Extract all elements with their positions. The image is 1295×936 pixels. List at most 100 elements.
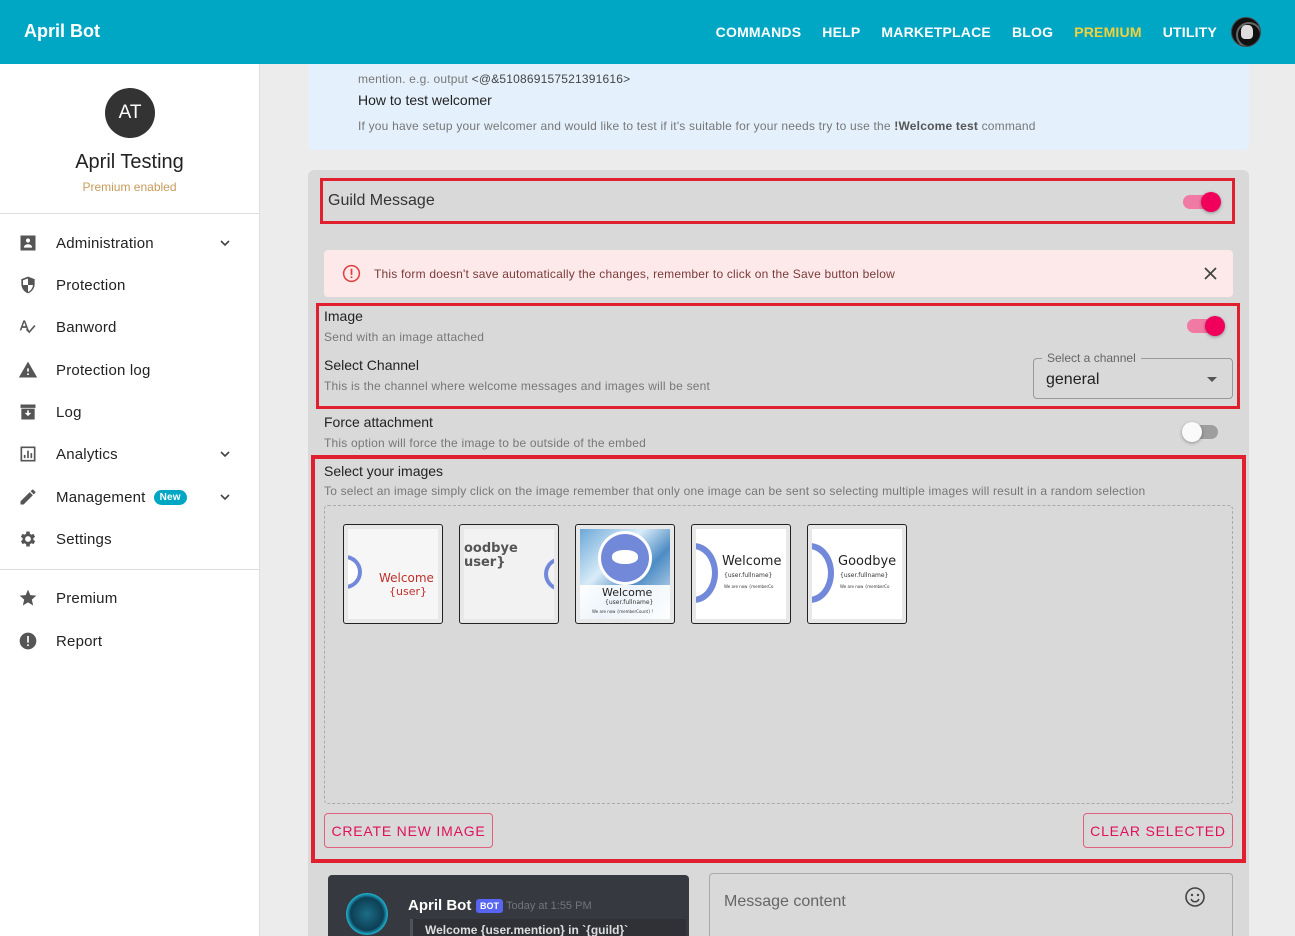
test-command: !Welcome test bbox=[894, 119, 979, 133]
brand-logo-text[interactable]: April Bot bbox=[24, 21, 100, 42]
image-thumbnail[interactable]: oodbye user} bbox=[459, 524, 559, 624]
sidebar-item-label: Log bbox=[56, 403, 82, 421]
embed-text: Welcome {user.mention} in `{guild}` bbox=[425, 923, 629, 936]
sidebar-item-label: Settings bbox=[56, 530, 112, 548]
sidebar-item-administration[interactable]: Administration bbox=[0, 223, 259, 263]
shield-icon bbox=[21, 276, 35, 294]
server-name: April Testing bbox=[75, 151, 184, 173]
sidebar-item-label: Protection log bbox=[56, 361, 151, 379]
sidebar-item-label: Protection bbox=[56, 276, 126, 294]
thumb-line2: user} bbox=[464, 555, 506, 570]
test-text-end: command bbox=[978, 119, 1036, 133]
nav-commands[interactable]: COMMANDS bbox=[716, 24, 802, 40]
sidebar-item-label: Banword bbox=[56, 318, 117, 336]
toggle-thumb bbox=[1201, 192, 1221, 212]
top-app-bar: April Bot COMMANDS HELP MARKETPLACE BLOG… bbox=[0, 0, 1295, 64]
mention-example: mention. e.g. output <@&5108691575213916… bbox=[358, 72, 630, 86]
highlight-guild-message bbox=[320, 178, 1235, 224]
thumbnail-welcome-fullname: Welcome {user.fullname} We are now {memb… bbox=[696, 529, 786, 619]
user-avatar[interactable] bbox=[1231, 17, 1261, 47]
sidebar-item-log[interactable]: Log bbox=[0, 392, 259, 432]
sidebar-item-protection[interactable]: Protection bbox=[0, 265, 259, 305]
channel-description: This is the channel where welcome messag… bbox=[324, 379, 711, 393]
thumb-line1: Welcome bbox=[722, 554, 782, 569]
sidebar-item-management[interactable]: Management New bbox=[0, 477, 259, 517]
badge-icon bbox=[20, 235, 36, 251]
report-icon bbox=[19, 632, 37, 650]
top-nav: COMMANDS HELP MARKETPLACE BLOG PREMIUM U… bbox=[695, 0, 1261, 64]
warning-icon bbox=[18, 361, 38, 378]
chevron-down-icon bbox=[220, 240, 230, 247]
nav-help[interactable]: HELP bbox=[822, 24, 860, 40]
thumb-line2: {user.fullname} bbox=[605, 599, 654, 606]
sidebar-item-banword[interactable]: Banword bbox=[0, 307, 259, 347]
chevron-down-icon bbox=[220, 451, 230, 458]
force-attachment-toggle[interactable] bbox=[1182, 422, 1222, 442]
select-images-label: Select your images bbox=[324, 463, 444, 479]
image-thumbnail[interactable]: Welcome {user} bbox=[343, 524, 443, 624]
channel-select[interactable]: Select a channel general bbox=[1033, 351, 1233, 399]
spellcheck-icon bbox=[19, 320, 36, 334]
bot-avatar bbox=[346, 893, 388, 935]
emoji-icon[interactable] bbox=[1184, 886, 1206, 908]
chart-icon bbox=[20, 446, 36, 462]
sidebar-item-premium[interactable]: Premium bbox=[0, 578, 259, 618]
thumb-line3: We are now {memberCo bbox=[840, 584, 890, 589]
mention-prefix: mention. e.g. output bbox=[358, 72, 472, 86]
sidebar-item-label: Management New bbox=[56, 489, 187, 506]
sidebar-item-label: Administration bbox=[56, 234, 154, 252]
thumb-line1: Welcome bbox=[602, 586, 653, 599]
toggle-thumb bbox=[1205, 316, 1225, 336]
test-text: If you have setup your welcomer and woul… bbox=[358, 119, 895, 133]
image-thumbnail[interactable]: Welcome {user.fullname} We are now {memb… bbox=[575, 524, 675, 624]
embed-preview: Welcome {user.mention} in `{guild}` bbox=[410, 919, 686, 936]
nav-utility[interactable]: UTILITY bbox=[1163, 24, 1217, 40]
management-label: Management bbox=[56, 488, 146, 506]
sidebar-item-analytics[interactable]: Analytics bbox=[0, 434, 259, 474]
premium-status: Premium enabled bbox=[82, 180, 177, 194]
test-welcomer-title: How to test welcomer bbox=[358, 92, 492, 108]
image-toggle[interactable] bbox=[1185, 316, 1225, 336]
message-timestamp: Today at 1:55 PM bbox=[506, 900, 592, 912]
channel-select-value: general bbox=[1046, 371, 1100, 388]
message-content-placeholder: Message content bbox=[724, 893, 846, 910]
thumbnail-goodbye-user: oodbye user} bbox=[464, 529, 554, 619]
force-attachment-label: Force attachment bbox=[324, 414, 433, 430]
clear-selected-button[interactable]: CLEAR SELECTED bbox=[1083, 813, 1233, 848]
guild-message-toggle[interactable] bbox=[1181, 192, 1221, 212]
sidebar-item-settings[interactable]: Settings bbox=[0, 519, 259, 559]
thumb-line3: We are now {memberCo bbox=[724, 584, 774, 589]
sidebar-item-protection-log[interactable]: Protection log bbox=[0, 350, 259, 390]
sidebar-item-label: Report bbox=[56, 632, 103, 650]
image-thumbnail[interactable]: Welcome {user.fullname} We are now {memb… bbox=[691, 524, 791, 624]
pencil-icon bbox=[20, 489, 36, 505]
new-badge: New bbox=[153, 489, 187, 505]
sidebar-item-label: Premium bbox=[56, 589, 118, 607]
discord-logo-face bbox=[612, 550, 638, 564]
sidebar-divider bbox=[0, 569, 259, 570]
message-content-field[interactable]: Message content bbox=[709, 873, 1233, 936]
force-attachment-description: This option will force the image to be o… bbox=[324, 436, 646, 450]
thumb-line2: {user.fullname} bbox=[840, 572, 889, 579]
dropdown-arrow-icon bbox=[1207, 377, 1217, 382]
nav-blog[interactable]: BLOG bbox=[1012, 24, 1053, 40]
sidebar-item-report[interactable]: Report bbox=[0, 621, 259, 661]
thumbnail-welcome-user: Welcome {user} bbox=[348, 529, 438, 619]
toggle-thumb bbox=[1182, 422, 1202, 442]
channel-label: Select Channel bbox=[324, 357, 419, 373]
nav-marketplace[interactable]: MARKETPLACE bbox=[881, 24, 991, 40]
nav-premium[interactable]: PREMIUM bbox=[1074, 24, 1142, 40]
server-avatar: AT bbox=[105, 88, 155, 138]
test-welcomer-text: If you have setup your welcomer and woul… bbox=[358, 119, 1036, 133]
image-thumbnail[interactable]: Goodbye {user.fullname} We are now {memb… bbox=[807, 524, 907, 624]
create-new-image-button[interactable]: CREATE NEW IMAGE bbox=[324, 813, 493, 848]
sidebar-item-label: Analytics bbox=[56, 445, 118, 463]
star-icon bbox=[19, 589, 37, 606]
thumb-line2: {user} bbox=[389, 585, 427, 598]
image-label: Image bbox=[324, 308, 363, 324]
gear-icon bbox=[20, 531, 36, 547]
thumb-line2: {user.fullname} bbox=[724, 572, 773, 579]
close-icon[interactable] bbox=[1204, 267, 1217, 280]
alert-message: This form doesn't save automatically the… bbox=[374, 267, 895, 281]
unsaved-changes-alert: This form doesn't save automatically the… bbox=[324, 250, 1233, 297]
